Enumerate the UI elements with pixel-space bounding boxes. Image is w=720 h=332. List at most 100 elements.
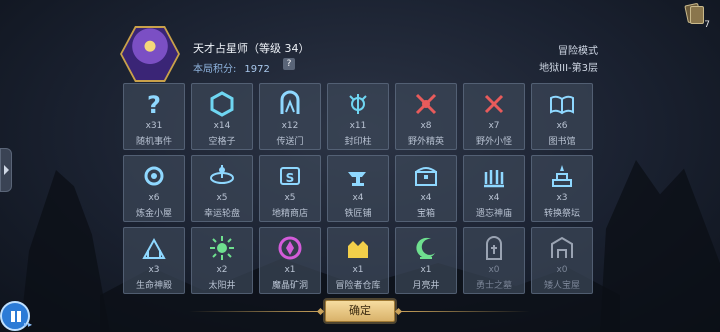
- cell-label: 随机事件: [135, 137, 172, 147]
- cell-count: x14: [213, 121, 231, 131]
- game-mode: 冒险模式: [558, 46, 598, 57]
- cell-label: 幸运轮盘: [203, 209, 240, 219]
- cell-count: x31: [145, 121, 163, 131]
- cell-label: 空格子: [208, 137, 236, 147]
- cell-count: x1: [352, 265, 364, 275]
- altar-icon: [548, 162, 576, 190]
- cell-count: x5: [216, 193, 228, 203]
- map-event-cell[interactable]: x14 空格子: [191, 83, 253, 150]
- cell-count: x1: [420, 265, 432, 275]
- portal-icon: [276, 90, 304, 118]
- map-event-cell[interactable]: x4 宝箱: [395, 155, 457, 222]
- map-event-cell[interactable]: x8 野外精英: [395, 83, 457, 150]
- map-event-cell[interactable]: x0 勇士之墓: [463, 227, 525, 294]
- cell-count: x6: [148, 193, 160, 203]
- map-event-cell[interactable]: x7 野外小怪: [463, 83, 525, 150]
- cell-label: 遗忘神庙: [475, 209, 512, 219]
- cell-label: 宝箱: [416, 209, 435, 219]
- map-event-cell[interactable]: x6 炼金小屋: [123, 155, 185, 222]
- map-event-cell[interactable]: x0 矮人宝屋: [531, 227, 593, 294]
- divider-right: [398, 311, 530, 312]
- cell-label: 野外精英: [407, 137, 444, 147]
- moon-icon: [412, 234, 440, 262]
- cell-count: x0: [488, 265, 500, 275]
- anvil-icon: [344, 162, 372, 190]
- tomb-icon: [480, 234, 508, 262]
- cell-count: x6: [556, 121, 568, 131]
- dwarf-vault-icon: [548, 234, 576, 262]
- cell-label: 野外小怪: [475, 137, 512, 147]
- cell-label: 封印柱: [344, 137, 372, 147]
- alchemy-icon: [140, 162, 168, 190]
- sun-icon: [208, 234, 236, 262]
- confirm-button[interactable]: 确定: [325, 300, 395, 322]
- cell-label: 太阳井: [208, 281, 236, 291]
- map-event-cell[interactable]: Sx5 地精商店: [259, 155, 321, 222]
- crossed-axes-icon: [412, 90, 440, 118]
- cell-count: x3: [556, 193, 568, 203]
- map-event-cell[interactable]: x1 月亮井: [395, 227, 457, 294]
- cell-label: 月亮井: [412, 281, 440, 291]
- character-portrait[interactable]: [120, 26, 180, 82]
- svg-text:?: ?: [147, 91, 161, 118]
- cell-count: x8: [420, 121, 432, 131]
- map-event-cell[interactable]: x4 铁匠铺: [327, 155, 389, 222]
- seal-pillar-icon: [344, 90, 372, 118]
- side-drawer-tab[interactable]: [0, 148, 12, 192]
- cell-count: x5: [284, 193, 296, 203]
- map-event-cell[interactable]: x1 魔晶矿洞: [259, 227, 321, 294]
- cell-label: 传送门: [276, 137, 304, 147]
- cell-count: x4: [420, 193, 432, 203]
- cell-count: x3: [148, 265, 160, 275]
- divider-left: [189, 311, 321, 312]
- cell-count: x0: [556, 265, 568, 275]
- hexagon-icon: [208, 90, 236, 118]
- avatar: [122, 28, 178, 80]
- crossed-swords-icon: [480, 90, 508, 118]
- deck-count: 7: [704, 20, 710, 30]
- cell-count: x1: [284, 265, 296, 275]
- map-event-cell[interactable]: x5 幸运轮盘: [191, 155, 253, 222]
- current-level: 地狱III-第3层: [539, 63, 598, 74]
- cell-label: 铁匠铺: [344, 209, 372, 219]
- cell-label: 图书馆: [548, 137, 576, 147]
- cell-count: x11: [349, 121, 367, 131]
- cell-label: 冒险者仓库: [335, 281, 381, 291]
- warehouse-icon: [344, 234, 372, 262]
- map-event-cell[interactable]: x1 冒险者仓库: [327, 227, 389, 294]
- map-event-cell[interactable]: x12 传送门: [259, 83, 321, 150]
- chest-icon: [412, 162, 440, 190]
- cell-label: 矮人宝屋: [543, 281, 580, 291]
- map-event-cell[interactable]: x2 太阳井: [191, 227, 253, 294]
- score: 本局积分: 1972: [193, 60, 270, 75]
- map-event-cell[interactable]: x3 生命神殿: [123, 227, 185, 294]
- cell-label: 炼金小屋: [135, 209, 172, 219]
- deck-button[interactable]: 7: [684, 2, 710, 30]
- map-event-cell[interactable]: x3 转换祭坛: [531, 155, 593, 222]
- map-event-cell[interactable]: x11 封印柱: [327, 83, 389, 150]
- card-icon: [690, 6, 704, 24]
- cell-label: 生命神殿: [135, 281, 172, 291]
- book-icon: [548, 90, 576, 118]
- map-event-cell[interactable]: ? x31 随机事件: [123, 83, 185, 150]
- cell-count: x4: [488, 193, 500, 203]
- map-event-cell[interactable]: x4 遗忘神庙: [463, 155, 525, 222]
- cell-label: 勇士之墓: [475, 281, 512, 291]
- map-event-grid: ? x31 随机事件 x14 空格子 x12 传送门 x11 封印柱 x8 野外精英 x7 野外小怪 x6…: [123, 83, 595, 294]
- life-shrine-icon: [140, 234, 168, 262]
- score-value: 1972: [244, 64, 270, 75]
- cell-count: x2: [216, 265, 228, 275]
- svg-text:S: S: [286, 171, 295, 185]
- help-icon[interactable]: ?: [283, 58, 295, 70]
- cell-count: x7: [488, 121, 500, 131]
- wheel-icon: [208, 162, 236, 190]
- map-event-cell[interactable]: x6 图书馆: [531, 83, 593, 150]
- cell-label: 魔晶矿洞: [271, 281, 308, 291]
- cell-count: x12: [281, 121, 299, 131]
- temple-icon: [480, 162, 508, 190]
- cell-label: 转换祭坛: [543, 209, 580, 219]
- shop-icon: S: [276, 162, 304, 190]
- character-name: 天才占星师（等级 34）: [193, 42, 310, 55]
- score-label: 本局积分:: [193, 64, 237, 75]
- crystal-mine-icon: [276, 234, 304, 262]
